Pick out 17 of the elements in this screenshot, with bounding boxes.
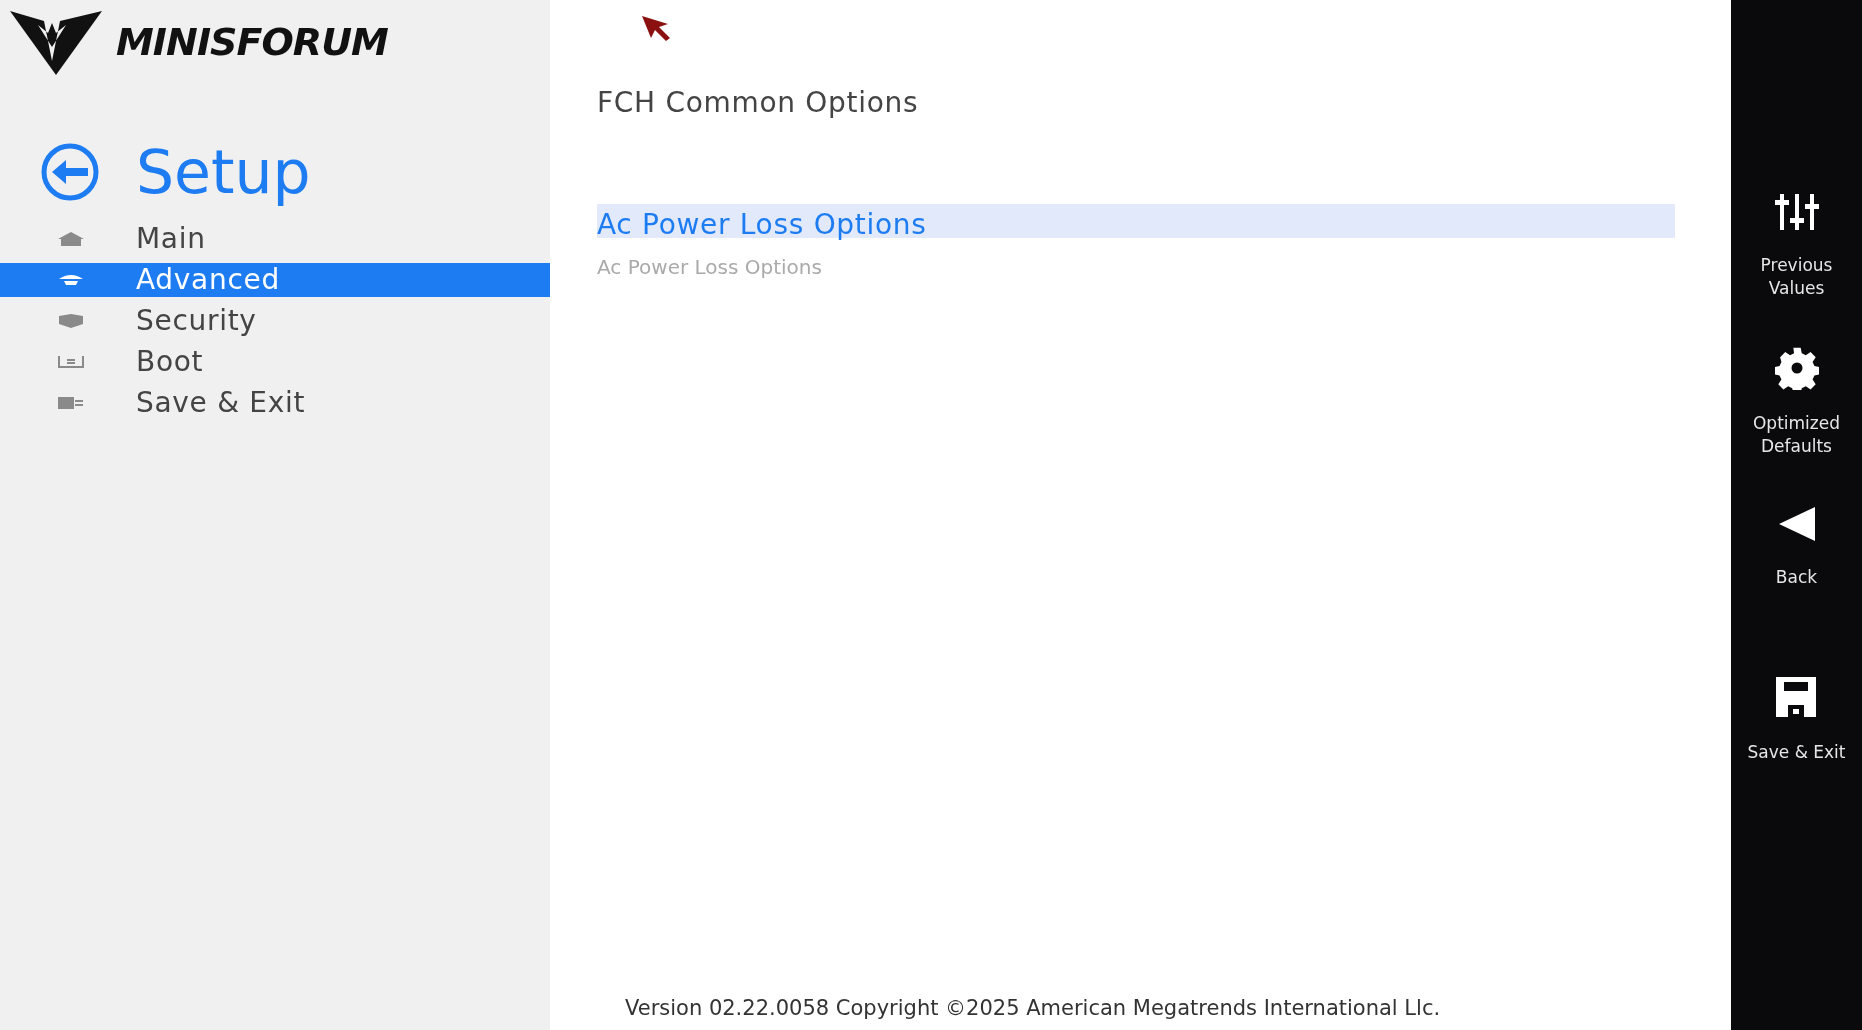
nav-tab[interactable]: Advanced: [0, 263, 550, 297]
action-button[interactable]: Optimized Defaults: [1753, 346, 1840, 458]
version-footer: Version 02.22.0058 Copyright ©2025 American Megatrends International Llc.: [625, 992, 1441, 1024]
sliders-icon: [1772, 192, 1821, 232]
settings-icon: [1774, 346, 1819, 390]
action-button[interactable]: Save & Exit: [1747, 675, 1846, 764]
help-text: Ac Power Loss Options: [597, 254, 822, 281]
nav-tab[interactable]: Main: [0, 222, 550, 256]
action-button[interactable]: Back: [1775, 504, 1818, 589]
shield-icon: [56, 311, 86, 331]
nav-tab[interactable]: Boot: [0, 345, 550, 379]
action-button[interactable]: Previous Values: [1760, 192, 1833, 300]
nav-tab[interactable]: Save & Exit: [0, 386, 550, 420]
nav-tab[interactable]: Security: [0, 304, 550, 338]
logo-wordmark: MINISFORUM: [116, 23, 388, 61]
page-title: FCH Common Options: [597, 85, 919, 121]
house-icon: [56, 229, 86, 249]
